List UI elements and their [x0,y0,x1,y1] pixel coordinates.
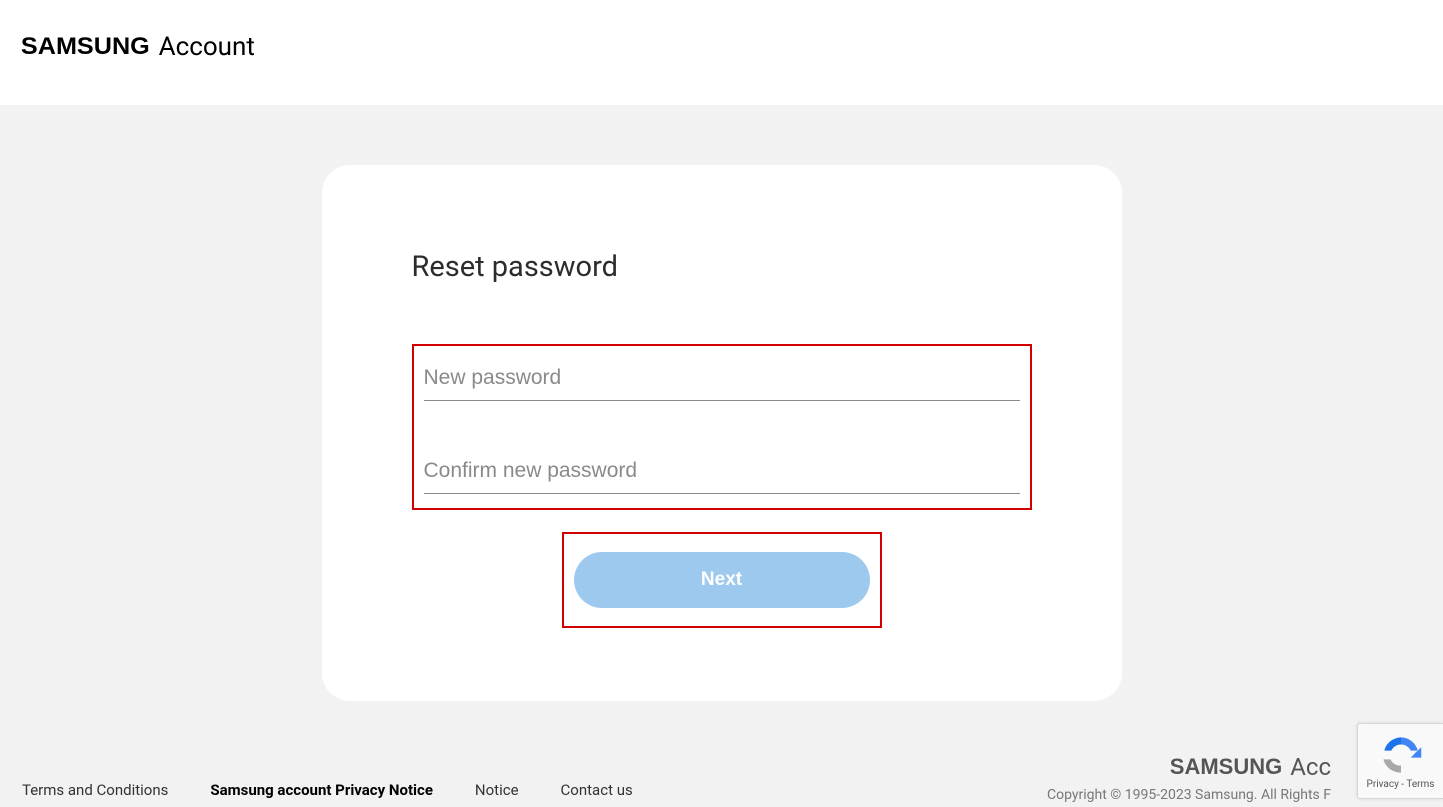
header: SAMSUNG Account [0,0,1443,105]
recaptcha-badge[interactable]: Privacy - Terms [1357,723,1443,799]
page-title: Reset password [412,250,1032,284]
footer-product-label: Acc [1290,753,1331,781]
recaptcha-privacy-link[interactable]: Privacy [1367,779,1399,790]
samsung-brand-logo: SAMSUNG [21,33,150,61]
logo-container[interactable]: SAMSUNG Account [24,32,1419,62]
next-button-highlight: Next [562,532,882,628]
footer: Terms and Conditions Samsung account Pri… [0,743,1443,807]
recaptcha-icon [1379,733,1423,777]
footer-link-notice[interactable]: Notice [475,781,519,799]
new-password-input[interactable] [424,358,1020,401]
recaptcha-terms-link[interactable]: Terms [1406,779,1434,790]
next-button[interactable]: Next [574,552,870,608]
account-product-label: Account [159,32,255,62]
footer-link-contact[interactable]: Contact us [561,781,633,799]
footer-links: Terms and Conditions Samsung account Pri… [22,781,633,803]
footer-logo: SAMSUNG Acc [1047,753,1331,781]
confirm-password-input[interactable] [424,451,1020,494]
footer-link-privacy[interactable]: Samsung account Privacy Notice [210,781,433,799]
copyright-text: Copyright © 1995-2023 Samsung. All Right… [1047,787,1331,803]
recaptcha-links: Privacy - Terms [1367,779,1435,790]
footer-link-terms[interactable]: Terms and Conditions [22,781,168,799]
main-area: Reset password Next Terms and Conditions… [0,105,1443,807]
footer-brand-logo: SAMSUNG [1170,754,1282,780]
reset-password-card: Reset password Next [322,165,1122,701]
password-fields-highlight [412,344,1032,510]
